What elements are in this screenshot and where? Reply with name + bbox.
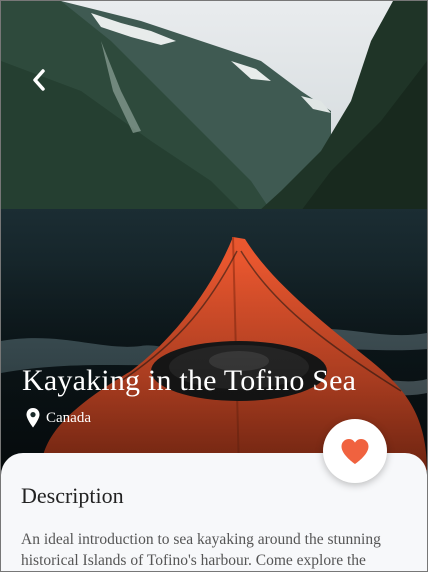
map-pin-icon [26,408,40,428]
chevron-left-icon [33,69,45,91]
screen: Kayaking in the Tofino Sea Canada Descri… [0,0,428,572]
heart-icon [341,438,369,464]
activity-title: Kayaking in the Tofino Sea [22,364,357,397]
description-text: An ideal introduction to sea kayaking ar… [21,531,381,569]
location-row: Canada [25,407,91,429]
description-heading: Description [21,483,124,508]
location-label: Canada [46,409,91,426]
favorite-button[interactable] [323,419,387,483]
back-button[interactable] [25,65,53,95]
hero-image: Kayaking in the Tofino Sea Canada [1,1,427,471]
